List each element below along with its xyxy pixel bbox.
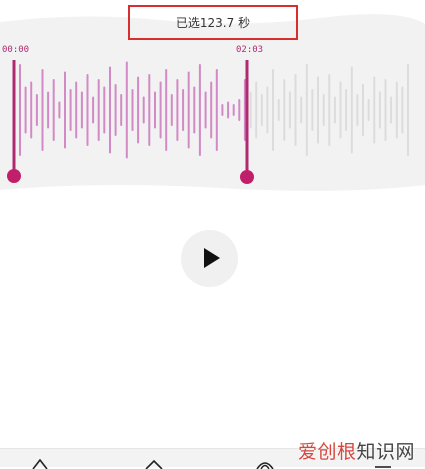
- home-icon[interactable]: [143, 459, 165, 469]
- start-handle-knob[interactable]: [7, 169, 21, 183]
- back-icon[interactable]: [30, 459, 50, 469]
- watermark-brand: 爱创根: [297, 441, 357, 463]
- watermark-text: 知识网: [356, 441, 415, 463]
- play-icon: [204, 248, 220, 268]
- waveform-background: [0, 14, 425, 191]
- start-time-label: 00:00: [2, 45, 30, 55]
- end-handle-knob[interactable]: [240, 170, 254, 184]
- recents-icon[interactable]: [254, 459, 276, 469]
- play-button[interactable]: [181, 230, 238, 287]
- selected-duration-label: 已选123.7 秒: [175, 16, 251, 30]
- watermark: 爱创根知识网: [298, 437, 415, 464]
- end-time-label: 02:03: [236, 45, 264, 55]
